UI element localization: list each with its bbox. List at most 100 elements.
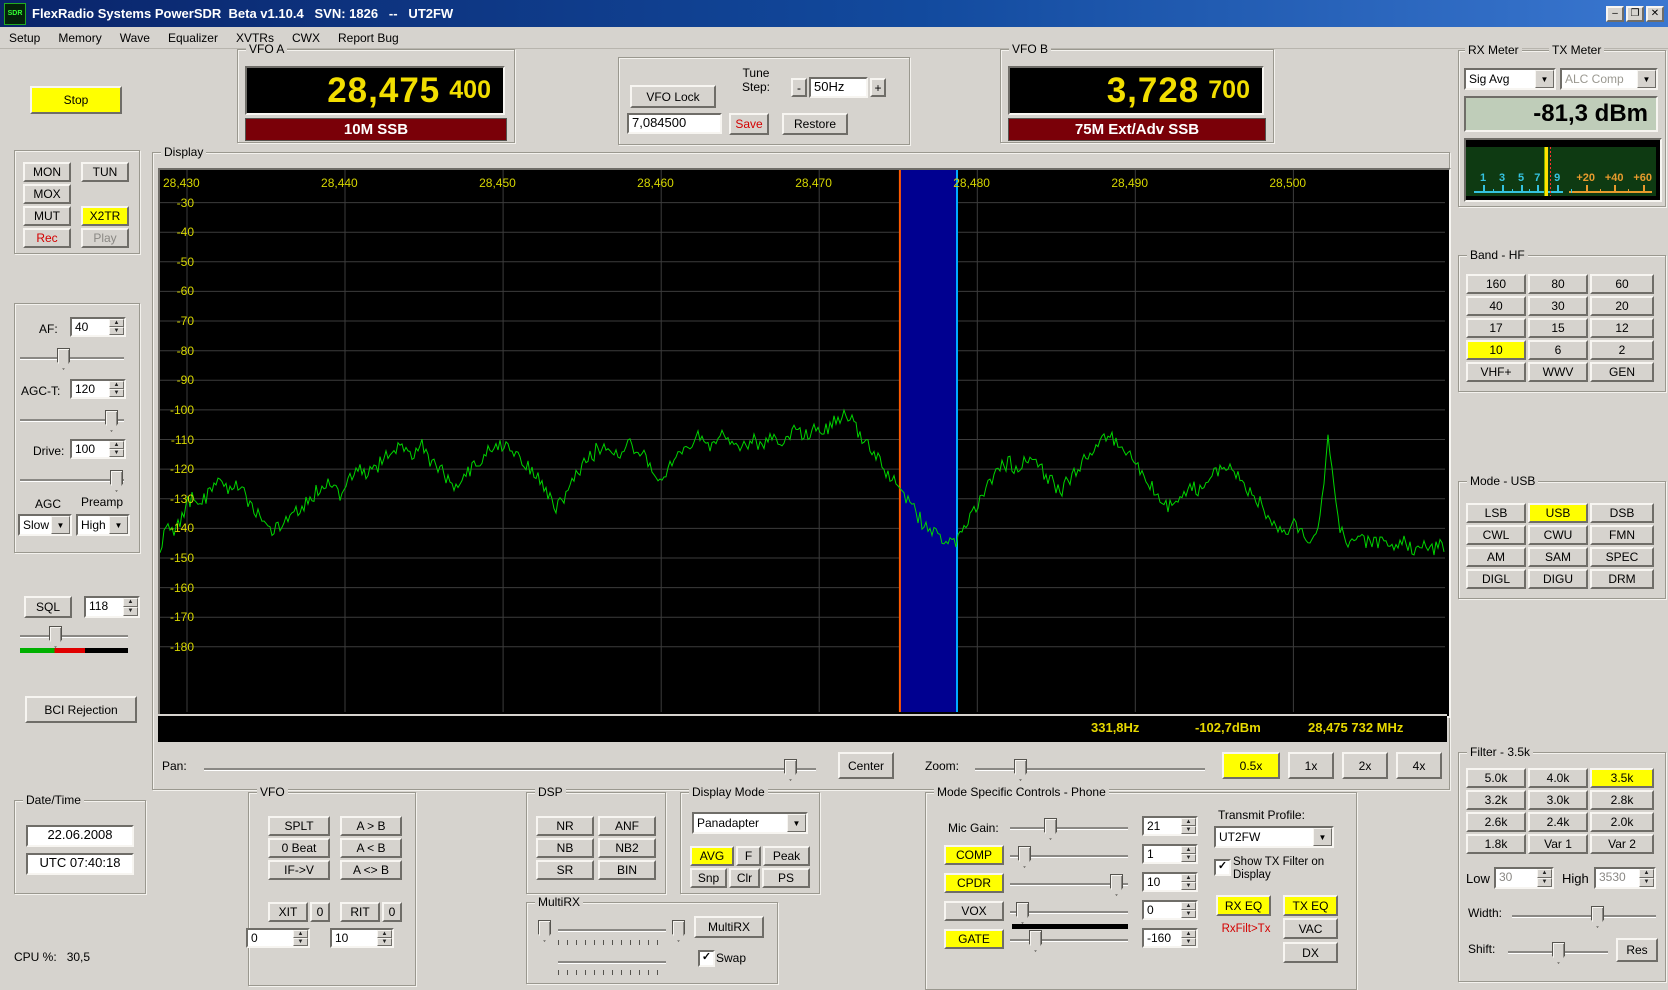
sql-slider-thumb[interactable] [49, 626, 62, 648]
agc-selected-value[interactable]: Slow [20, 516, 51, 534]
filter-button-var2[interactable]: Var 2 [1590, 834, 1654, 854]
preamp-select[interactable]: High ▼ [76, 514, 130, 536]
nb2-button[interactable]: NB2 [598, 838, 656, 858]
tun-button[interactable]: TUN [81, 162, 129, 182]
menu-cwx[interactable]: CWX [283, 31, 329, 45]
mode-button-usb[interactable]: USB [1528, 503, 1588, 523]
filter-high-arrows[interactable]: ▲ ▼ [1639, 869, 1654, 887]
maximize-button[interactable]: ❐ [1626, 5, 1644, 22]
mode-button-dsb[interactable]: DSB [1590, 503, 1654, 523]
multirx-button[interactable]: MultiRX [694, 916, 764, 938]
bci-rejection-button[interactable]: BCI Rejection [25, 696, 137, 723]
filter-res-button[interactable]: Res [1616, 938, 1658, 962]
filter-button-1.8k[interactable]: 1.8k [1466, 834, 1526, 854]
af-spinner[interactable]: 40 ▲ ▼ [70, 317, 126, 337]
avg-button[interactable]: AVG [690, 846, 734, 866]
menu-setup[interactable]: Setup [0, 31, 49, 45]
minimize-button[interactable]: – [1606, 5, 1624, 22]
titlebar[interactable]: SDR FlexRadio Systems PowerSDR Beta v1.1… [0, 0, 1668, 27]
filter-high-value[interactable]: 3530 [1596, 869, 1639, 887]
rx-meter-selected[interactable]: Sig Avg [1466, 70, 1535, 88]
panadapter-display[interactable]: 28,430 28,440 28,450 28,460 28,470 28,480 28,4… [158, 168, 1451, 718]
a-to-b-button[interactable]: A > B [340, 816, 402, 836]
band-button-gen[interactable]: GEN [1590, 362, 1654, 382]
vfo-a-freq-main[interactable]: 28,475 [327, 71, 440, 111]
a-swap-b-button[interactable]: A <> B [340, 860, 402, 880]
tx-meter-dropdown-arrow[interactable]: ▼ [1637, 70, 1656, 88]
preamp-selected-value[interactable]: High [78, 516, 109, 534]
tx-meter-selected[interactable]: ALC Comp [1562, 70, 1637, 88]
b-to-a-button[interactable]: A < B [340, 838, 402, 858]
filter-button-2k[interactable]: 2.0k [1590, 812, 1654, 832]
x2tr-button[interactable]: X2TR [81, 206, 129, 226]
band-button-160[interactable]: 160 [1466, 274, 1526, 294]
anf-button[interactable]: ANF [598, 816, 656, 836]
multirx-second-track[interactable] [558, 961, 666, 964]
drive-slider-track[interactable] [20, 479, 124, 482]
xit-zero-button[interactable]: 0 [310, 902, 330, 922]
drive-spinner-arrows[interactable]: ▲ ▼ [109, 441, 124, 457]
vfo-lock-button[interactable]: VFO Lock [630, 85, 716, 108]
comp-arrows[interactable]: ▲ ▼ [1181, 846, 1196, 862]
display-mode-dropdown-arrow[interactable]: ▼ [787, 814, 806, 832]
sql-value[interactable]: 118 [86, 598, 123, 616]
filter-button-2.8k[interactable]: 2.8k [1590, 790, 1654, 810]
gate-slider-track[interactable] [1010, 939, 1128, 942]
mode-button-fmn[interactable]: FMN [1590, 525, 1654, 545]
filter-low-arrows[interactable]: ▲ ▼ [1537, 869, 1552, 887]
sql-spinner[interactable]: 118 ▲ ▼ [84, 596, 140, 618]
vox-value[interactable]: 0 [1144, 902, 1181, 918]
drive-spinner[interactable]: 100 ▲ ▼ [70, 439, 126, 459]
rec-button[interactable]: Rec [23, 228, 71, 248]
af-spinner-arrows[interactable]: ▲ ▼ [109, 319, 124, 335]
vac-button[interactable]: VAC [1283, 918, 1338, 939]
cpdr-arrows[interactable]: ▲ ▼ [1181, 874, 1196, 890]
mic-gain-spinner[interactable]: 21 ▲ ▼ [1142, 816, 1198, 836]
filter-button-3.5k[interactable]: 3.5k [1590, 768, 1654, 788]
band-button-20[interactable]: 20 [1590, 296, 1654, 316]
mode-button-cwl[interactable]: CWL [1466, 525, 1526, 545]
agct-spinner[interactable]: 120 ▲ ▼ [70, 379, 126, 399]
menu-wave[interactable]: Wave [111, 31, 159, 45]
save-button[interactable]: Save [729, 113, 769, 135]
display-mode-selected[interactable]: Panadapter [694, 814, 787, 832]
if-to-vfo-button[interactable]: IF->V [268, 860, 330, 880]
band-button-40[interactable]: 40 [1466, 296, 1526, 316]
pan-slider-track[interactable] [204, 768, 816, 771]
rit-value[interactable]: 10 [332, 930, 377, 946]
filter-high-spinner[interactable]: 3530 ▲ ▼ [1594, 867, 1656, 889]
rit-spinner[interactable]: 10 ▲ ▼ [330, 928, 394, 948]
peak-button[interactable]: Peak [763, 846, 810, 866]
mode-button-digu[interactable]: DIGU [1528, 569, 1588, 589]
vox-button[interactable]: VOX [944, 901, 1004, 921]
gate-arrows[interactable]: ▲ ▼ [1181, 930, 1196, 946]
band-button-12[interactable]: 12 [1590, 318, 1654, 338]
mox-button[interactable]: MOX [23, 184, 71, 204]
zoom-2x-button[interactable]: 2x [1342, 752, 1388, 779]
band-button-60[interactable]: 60 [1590, 274, 1654, 294]
vfo-b-frequency-display[interactable]: 3,728 700 [1008, 66, 1264, 115]
rxfilt-to-tx-button[interactable]: RxFilt>Tx [1214, 920, 1278, 938]
agct-spinner-arrows[interactable]: ▲ ▼ [109, 381, 124, 397]
af-slider-track[interactable] [20, 357, 124, 360]
band-button-wwv[interactable]: WWV [1528, 362, 1588, 382]
rit-zero-button[interactable]: 0 [382, 902, 402, 922]
rx-meter-dropdown-arrow[interactable]: ▼ [1535, 70, 1554, 88]
clear-button[interactable]: Clr [729, 868, 760, 888]
tune-step-minus-button[interactable]: - [791, 78, 807, 97]
display-mode-select[interactable]: Panadapter ▼ [692, 812, 808, 834]
filter-button-3k[interactable]: 3.0k [1528, 790, 1588, 810]
mode-button-cwu[interactable]: CWU [1528, 525, 1588, 545]
mode-button-digl[interactable]: DIGL [1466, 569, 1526, 589]
band-button-17[interactable]: 17 [1466, 318, 1526, 338]
nr-button[interactable]: NR [536, 816, 594, 836]
sql-slider-track[interactable] [20, 635, 128, 638]
mode-button-am[interactable]: AM [1466, 547, 1526, 567]
tx-meter-select[interactable]: ALC Comp ▼ [1560, 68, 1658, 90]
af-value[interactable]: 40 [72, 319, 109, 335]
mic-gain-value[interactable]: 21 [1144, 818, 1181, 834]
ps-button[interactable]: PS [762, 868, 810, 888]
band-button-6[interactable]: 6 [1528, 340, 1588, 360]
vox-arrows[interactable]: ▲ ▼ [1181, 902, 1196, 918]
sr-button[interactable]: SR [536, 860, 594, 880]
